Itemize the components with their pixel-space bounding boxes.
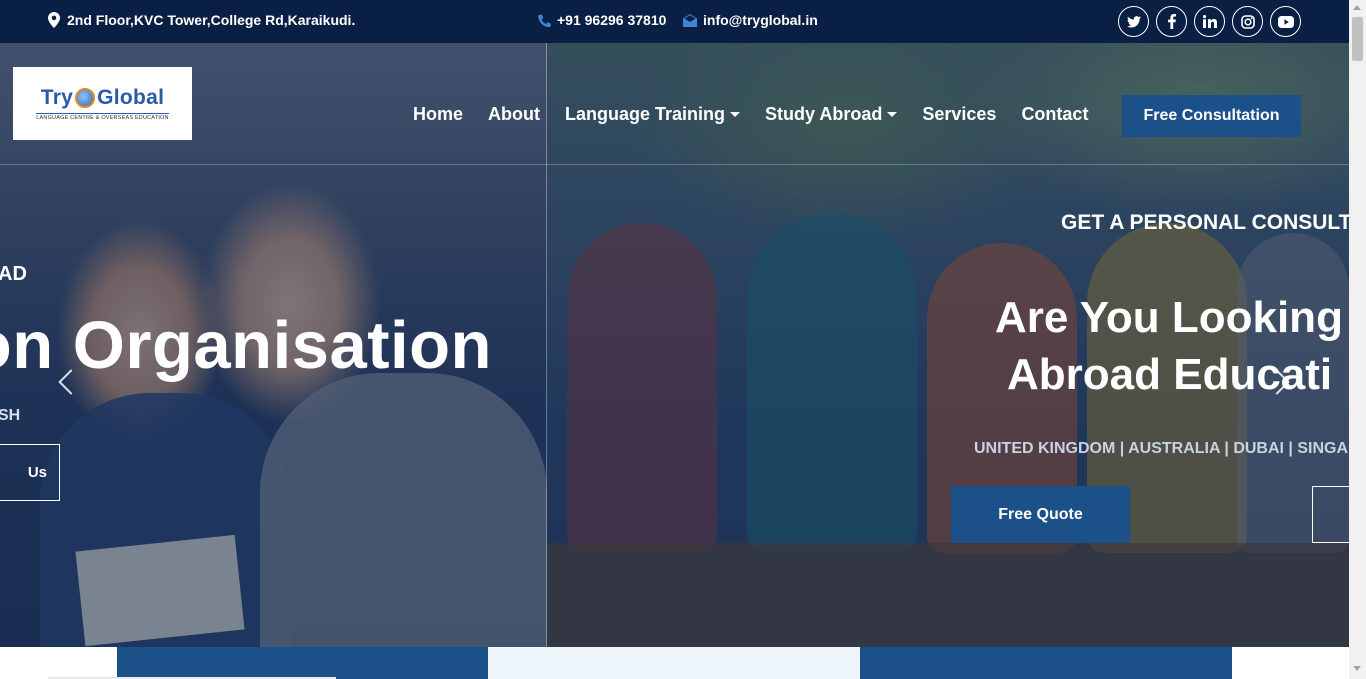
slide-right-title-line1: Are You Looking (995, 293, 1343, 342)
logo-text-right: Global (97, 86, 165, 109)
slide-left-kicker: AD (0, 263, 27, 285)
scroll-up-icon[interactable] (1353, 5, 1361, 10)
feature-card-3 (860, 647, 1232, 679)
address-info: 2nd Floor,KVC Tower,College Rd,Karaikudi… (48, 12, 355, 28)
feature-card-2 (488, 647, 860, 679)
email-info[interactable]: info@tryglobal.in (683, 12, 818, 28)
scroll-down-icon[interactable] (1353, 666, 1361, 671)
logo-tagline: LANGUAGE CENTRE & OVERSEAS EDUCATION (36, 113, 169, 121)
nav-language-training[interactable]: Language Training (565, 104, 741, 125)
instagram-icon[interactable] (1232, 6, 1263, 37)
envelope-icon (683, 13, 697, 27)
top-contact-bar: 2nd Floor,KVC Tower,College Rd,Karaikudi… (0, 0, 1349, 43)
nav-contact[interactable]: Contact (1021, 104, 1088, 125)
location-pin-icon (48, 12, 60, 28)
slide-right-title-line2: Abroad Educati (1007, 350, 1333, 399)
twitter-icon[interactable] (1118, 6, 1149, 37)
hero-slider: Try Global LANGUAGE CENTRE & OVERSEAS ED… (0, 43, 1349, 647)
globe-icon (75, 88, 96, 108)
caret-down-icon (730, 112, 741, 117)
slide-left-contact-button[interactable]: Us (0, 444, 60, 501)
scrollbar-thumb[interactable] (1352, 17, 1363, 61)
nav-services-label: Services (922, 104, 997, 124)
phone-text: +91 96296 37810 (557, 12, 667, 28)
page-scrollbar[interactable] (1349, 0, 1366, 679)
nav-about[interactable]: About (488, 104, 540, 125)
caret-down-icon (887, 112, 898, 117)
free-quote-button[interactable]: Free Quote (951, 486, 1130, 543)
nav-study-abroad-label: Study Abroad (765, 104, 883, 124)
linkedin-icon[interactable] (1194, 6, 1225, 37)
nav-language-training-label: Language Training (565, 104, 726, 124)
youtube-icon[interactable] (1270, 6, 1301, 37)
slide-right-kicker: GET A PERSONAL CONSULTAN (1061, 211, 1349, 234)
slide-divider (546, 43, 547, 647)
site-logo[interactable]: Try Global LANGUAGE CENTRE & OVERSEAS ED… (13, 67, 192, 140)
nav-home-label: Home (413, 104, 464, 124)
nav-services[interactable]: Services (922, 104, 996, 125)
nav-home[interactable]: Home (413, 104, 463, 125)
social-links (1118, 6, 1301, 37)
nav-divider (0, 164, 1349, 165)
email-text: info@tryglobal.in (703, 12, 818, 28)
phone-info[interactable]: +91 96296 37810 (538, 12, 666, 28)
feature-card-1 (117, 647, 488, 679)
nav-study-abroad[interactable]: Study Abroad (765, 104, 898, 125)
main-nav: Home About Language Training Study Abroa… (413, 104, 1113, 125)
slide-right-title: Are You Looking Abroad Educati (995, 289, 1349, 403)
phone-icon (538, 13, 551, 27)
nav-contact-label: Contact (1021, 104, 1089, 124)
nav-about-label: About (488, 104, 540, 124)
slide-right-countries: UNITED KINGDOM | AUSTRALIA | DUBAI | SIN… (974, 440, 1349, 457)
address-text: 2nd Floor,KVC Tower,College Rd,Karaikudi… (67, 12, 356, 28)
free-consultation-button[interactable]: Free Consultation (1122, 95, 1301, 137)
logo-text-left: Try (40, 86, 74, 109)
logo-wordmark: Try Global (41, 86, 165, 110)
slide-right-secondary-button[interactable] (1312, 486, 1349, 543)
facebook-icon[interactable] (1156, 6, 1187, 37)
slide-left-subtitle: SH (0, 407, 21, 424)
